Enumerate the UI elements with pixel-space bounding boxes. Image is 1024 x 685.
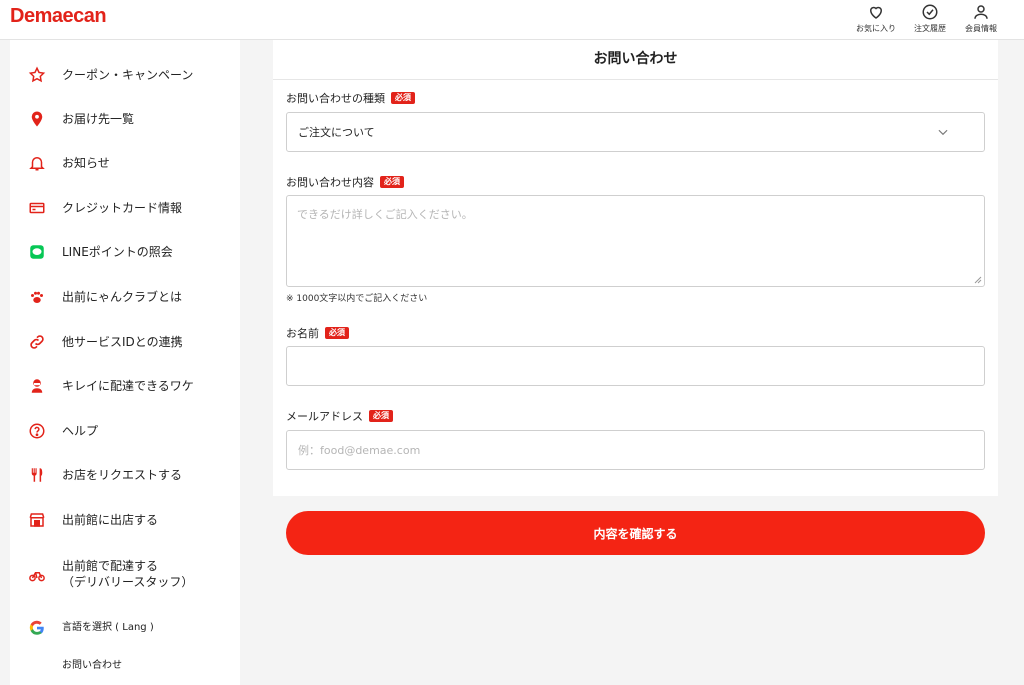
- google-icon: [26, 617, 48, 639]
- inquiry-type-label: お問い合わせの種類 必須: [286, 90, 415, 106]
- sidebar: クーポン・キャンペーン お届け先一覧 お知らせ クレジットカード情報 LINEポ…: [10, 40, 240, 685]
- confirm-button[interactable]: 内容を確認する: [286, 511, 985, 555]
- favorites-label: お気に入り: [856, 24, 896, 33]
- resize-grip-icon[interactable]: [974, 276, 982, 284]
- contact-form-card: お問い合わせ お問い合わせの種類 必須 ご注文について お問い合わせ内容 必須 でき…: [273, 40, 998, 496]
- inquiry-content-textarea[interactable]: できるだけ詳しくご記入ください。: [286, 195, 985, 287]
- sidebar-item-help[interactable]: ヘルプ: [10, 416, 240, 446]
- question-icon: [26, 420, 48, 442]
- sidebar-item-label: お問い合わせ: [62, 660, 122, 671]
- name-label: お名前 必須: [286, 325, 349, 341]
- sidebar-item-request-store[interactable]: お店をリクエストする: [10, 460, 240, 490]
- link-icon: [26, 331, 48, 353]
- sidebar-item-credit-card[interactable]: クレジットカード情報: [10, 193, 240, 223]
- sidebar-item-label: 言語を選択 ( Lang ): [62, 622, 154, 633]
- sidebar-item-contact[interactable]: お問い合わせ: [10, 651, 240, 681]
- inquiry-content-placeholder: できるだけ詳しくご記入ください。: [297, 208, 473, 221]
- heart-icon: [869, 6, 883, 19]
- page-title: お問い合わせ: [273, 40, 998, 80]
- paw-icon: [26, 286, 48, 308]
- required-badge: 必須: [380, 176, 404, 188]
- member-info-nav-button[interactable]: 会員情報: [953, 3, 1009, 34]
- sidebar-item-label: 出前にゃんクラブとは: [62, 290, 183, 304]
- sidebar-item-label: お店をリクエストする: [62, 468, 183, 482]
- order-history-label: 注文履歴: [914, 24, 946, 33]
- sidebar-item-line-points[interactable]: LINEポイントの照会: [10, 237, 240, 267]
- inquiry-type-select[interactable]: ご注文について: [286, 112, 985, 152]
- delivery-person-icon: [26, 375, 48, 397]
- inquiry-content-label: お問い合わせ内容 必須: [286, 174, 404, 190]
- sidebar-item-label: 出前館で配達する （デリバリースタッフ）: [62, 559, 194, 589]
- check-circle-icon: [922, 4, 938, 20]
- sidebar-item-label: 出前館に出店する: [62, 513, 159, 527]
- chevron-down-icon: [938, 129, 948, 136]
- favorites-nav-button[interactable]: お気に入り: [848, 3, 904, 34]
- sidebar-item-deliver[interactable]: 出前館で配達する （デリバリースタッフ）: [10, 556, 240, 594]
- sidebar-item-label: クレジットカード情報: [62, 201, 183, 215]
- required-badge: 必須: [325, 327, 349, 339]
- sidebar-item-coupons[interactable]: クーポン・キャンペーン: [10, 60, 240, 90]
- sidebar-item-open-store[interactable]: 出前館に出店する: [10, 505, 240, 535]
- sidebar-item-label: 他サービスIDとの連携: [62, 335, 183, 349]
- sidebar-item-label: お知らせ: [62, 156, 110, 170]
- sidebar-item-label: お届け先一覧: [62, 112, 135, 126]
- sidebar-item-clean-delivery[interactable]: キレイに配達できるワケ: [10, 371, 240, 401]
- bell-icon: [26, 152, 48, 174]
- sidebar-item-addresses[interactable]: お届け先一覧: [10, 104, 240, 134]
- content-hint: ※ 1000文字以内でご記入ください: [286, 294, 428, 304]
- star-icon: [26, 64, 48, 86]
- required-badge: 必須: [369, 410, 393, 422]
- email-placeholder: 例：food@demae.com: [298, 444, 421, 457]
- sidebar-item-nyan-club[interactable]: 出前にゃんクラブとは: [10, 282, 240, 312]
- demaecan-logo[interactable]: Demaecan: [10, 5, 107, 28]
- sidebar-item-label: キレイに配達できるワケ: [62, 379, 194, 393]
- name-input[interactable]: [286, 346, 985, 386]
- top-header: Demaecan お気に入り 注文履歴 会員情報: [0, 0, 1024, 40]
- line-icon: [26, 241, 48, 263]
- member-info-label: 会員情報: [965, 24, 997, 33]
- email-label: メールアドレス 必須: [286, 408, 393, 424]
- user-icon: [974, 5, 988, 19]
- email-input[interactable]: 例：food@demae.com: [286, 430, 985, 470]
- bicycle-icon: [26, 564, 48, 586]
- required-badge: 必須: [391, 92, 415, 104]
- sidebar-item-id-link[interactable]: 他サービスIDとの連携: [10, 327, 240, 357]
- sidebar-item-label: クーポン・キャンペーン: [62, 68, 194, 82]
- inquiry-type-value: ご注文について: [298, 126, 375, 139]
- map-pin-icon: [26, 108, 48, 130]
- fork-knife-icon: [26, 464, 48, 486]
- credit-card-icon: [26, 197, 48, 219]
- sidebar-item-notifications[interactable]: お知らせ: [10, 148, 240, 178]
- store-icon: [26, 509, 48, 531]
- sidebar-item-label: LINEポイントの照会: [62, 245, 173, 259]
- order-history-nav-button[interactable]: 注文履歴: [902, 3, 958, 34]
- sidebar-item-language[interactable]: 言語を選択 ( Lang ): [10, 613, 240, 643]
- sidebar-item-label: ヘルプ: [62, 424, 99, 438]
